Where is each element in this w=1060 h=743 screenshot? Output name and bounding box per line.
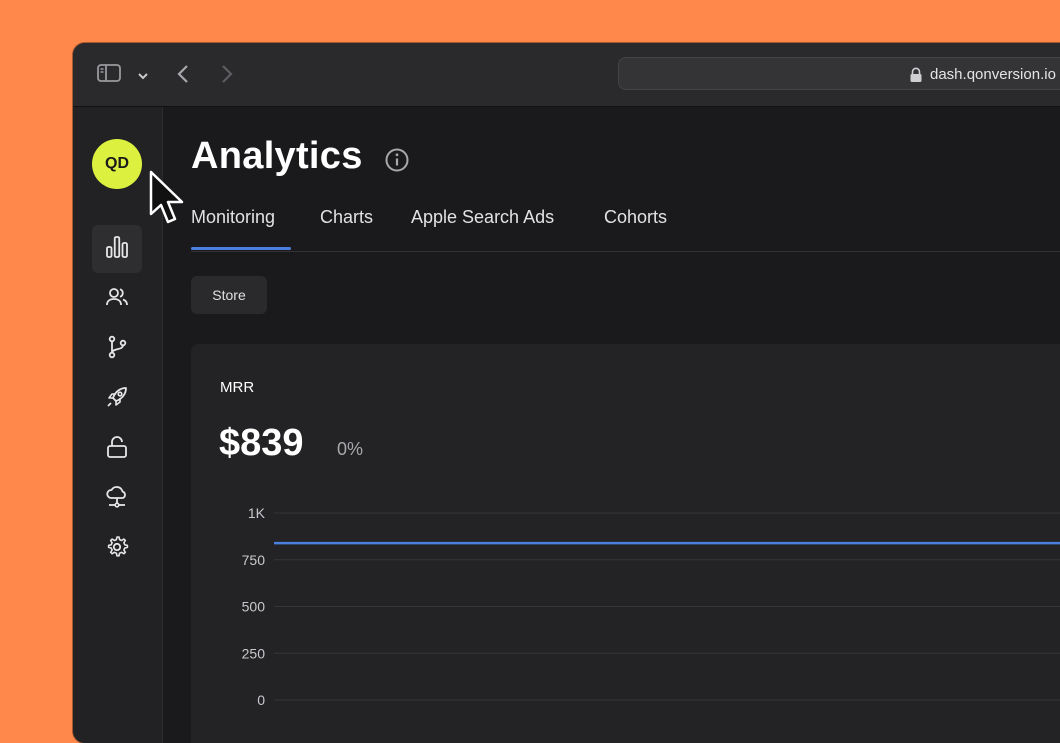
avatar[interactable]: QD [92,139,142,189]
branch-icon [104,334,130,365]
active-tab-indicator [191,247,291,250]
back-icon[interactable] [176,63,190,90]
y-tick-label: 500 [242,599,266,615]
y-tick-label: 1K [248,505,266,521]
y-tick-label: 0 [257,692,265,708]
lock-icon [909,67,923,88]
metric-value: $839 [219,422,304,464]
cloud-icon [104,484,130,515]
tab-cohorts[interactable]: Cohorts [604,207,667,228]
tab-monitoring[interactable]: Monitoring [191,207,275,228]
main-content: Analytics Monitoring Charts Apple Search… [163,107,1060,743]
sidebar-item-launch[interactable] [92,375,142,423]
sidebar-item-settings[interactable] [92,525,142,573]
y-tick-label: 250 [242,645,266,661]
url-text: dash.qonversion.io [930,66,1056,83]
tab-apple-search-ads[interactable]: Apple Search Ads [411,207,554,228]
mrr-card: MRR $839 0% 1K 750 500 250 0 [191,344,1060,743]
browser-window: dash.qonversion.io QD Analytics Monitori… [73,43,1060,743]
metric-delta: 0% [337,439,364,459]
tab-bar: Monitoring Charts Apple Search Ads Cohor… [191,203,1060,252]
sidebar-toggle-icon[interactable] [97,63,121,88]
analytics-icon [104,234,130,265]
mouse-cursor-icon [149,170,189,235]
address-bar[interactable]: dash.qonversion.io [618,57,1060,90]
info-icon[interactable] [384,147,410,178]
sidebar-item-users[interactable] [92,275,142,323]
metric-label: MRR [220,379,255,396]
sidebar-item-access[interactable] [92,425,142,473]
y-tick-label: 750 [242,552,266,568]
unlock-icon [104,434,130,465]
forward-icon[interactable] [220,63,234,90]
sidebar-item-branch[interactable] [92,325,142,373]
tab-charts[interactable]: Charts [320,207,373,228]
page-title: Analytics [191,135,363,177]
store-filter-button[interactable]: Store [191,276,267,314]
chevron-down-icon[interactable] [137,68,149,86]
users-icon [104,284,130,315]
mrr-line-chart: 1K 750 500 250 0 [242,505,1060,708]
browser-titlebar: dash.qonversion.io [73,43,1060,107]
gear-icon [104,534,130,565]
sidebar-item-integrations[interactable] [92,475,142,523]
rocket-icon [104,384,130,415]
sidebar-item-analytics[interactable] [92,225,142,273]
